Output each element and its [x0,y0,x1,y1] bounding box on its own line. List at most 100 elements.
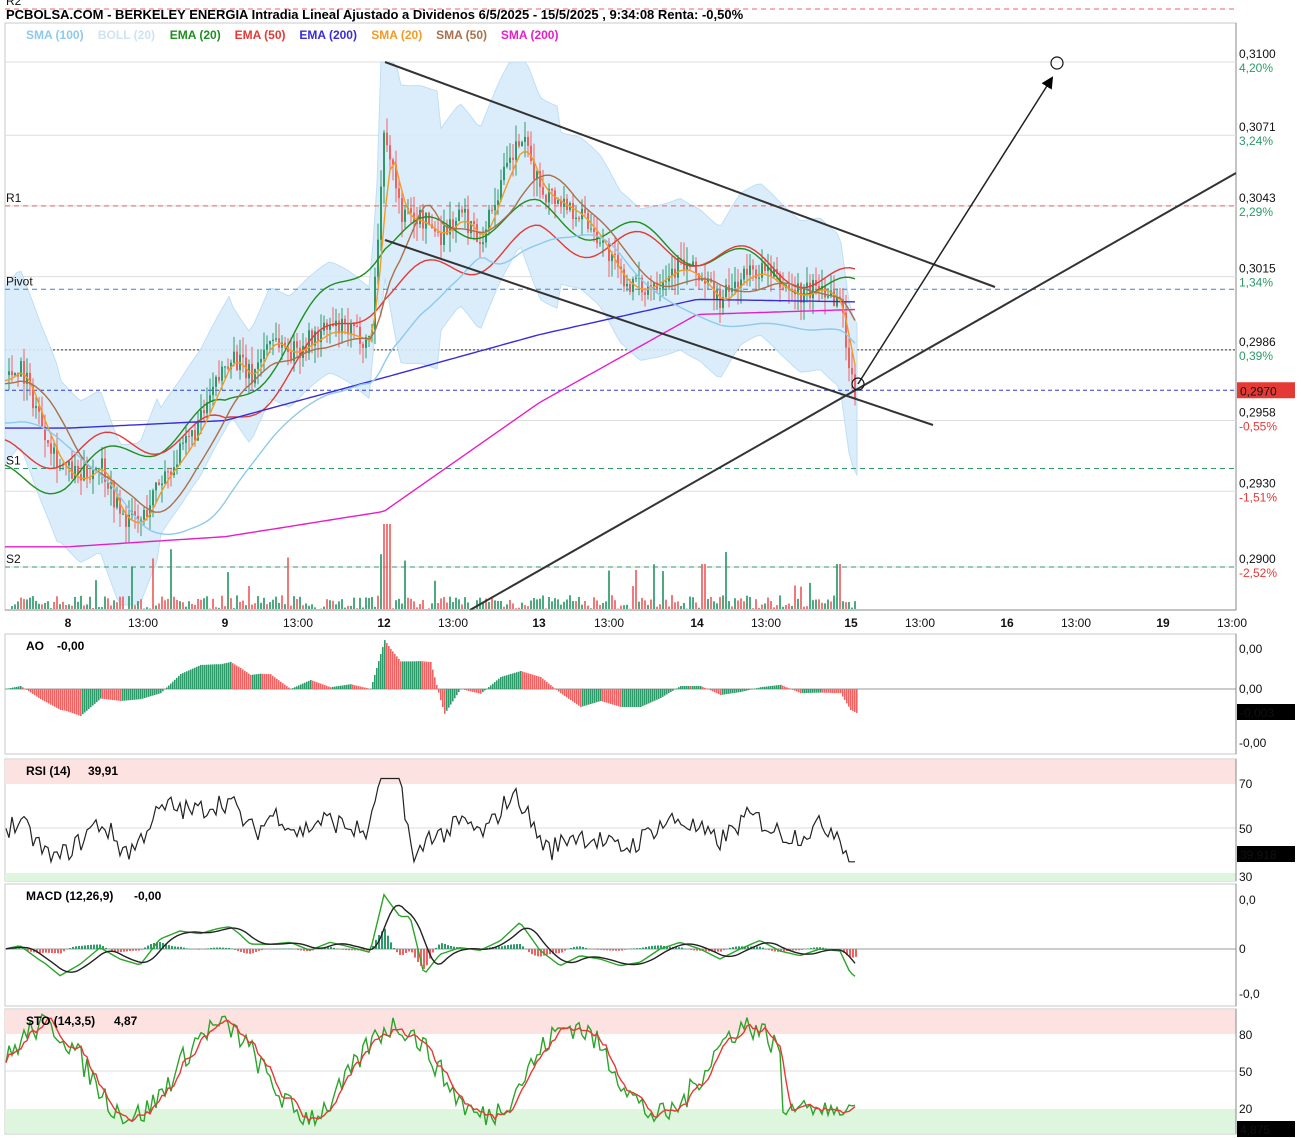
ao-bar [726,689,728,695]
candle-body [182,442,184,444]
ao-bar [576,689,578,705]
candle-body [593,228,595,232]
candle-body [272,339,274,342]
ao-bar [70,689,72,713]
ao-bar [810,689,812,693]
volume-bar [68,604,70,609]
ao-bar [126,689,128,701]
sto-tick: 80 [1239,1028,1253,1042]
macd-bar [117,949,119,952]
time-tick: 8 [65,616,72,630]
ao-bar [448,689,450,708]
macd-bar [603,949,605,951]
macd-bar [21,948,23,949]
volume-bar [155,605,157,609]
candle-body [608,242,610,262]
ao-bar [766,686,768,689]
macd-bar [228,948,230,949]
ao-bar [308,680,310,689]
ao-bar [838,689,840,694]
ao-bar [410,661,412,689]
volume-bar [248,585,250,609]
ao-bar [378,661,380,689]
candle-body [614,253,616,255]
ao-bar [108,689,110,700]
candle-body [425,212,427,229]
candle-body [422,210,424,229]
volume-bar [584,601,586,609]
ao-bar [434,677,436,689]
legend-item: EMA (200) [299,28,357,42]
ao-bar [558,689,560,692]
candle-body [260,359,262,363]
ao-bar [694,686,696,689]
ao-bar [534,675,536,689]
macd-bar [507,945,509,949]
macd-bar [696,949,698,951]
macd-bar [441,943,443,949]
volume-bar [611,595,613,609]
candle-body [521,141,523,147]
volume-bar [323,606,325,609]
macd-bar [150,944,152,949]
ao-bar [384,640,386,689]
macd-bar [402,949,404,955]
macd-bar [291,948,293,950]
ao-bar [312,680,314,689]
ao-bar [420,661,422,689]
volume-bar [512,603,514,609]
volume-bar [20,597,22,609]
candle-body [497,200,499,205]
ao-bar [704,687,706,689]
volume-bar [641,597,643,609]
volume-bar [704,564,706,609]
volume-bar [11,606,13,609]
ao-value: -0,00 [57,639,85,653]
ao-bar [552,686,554,689]
ao-bar [500,677,502,689]
macd-bar [396,949,398,953]
candle-body [758,277,760,279]
macd-bar [690,949,692,950]
volume-bar [353,597,355,609]
volume-bar [236,595,238,609]
volume-bar [515,608,517,609]
macd-bar [567,949,569,950]
ao-bar [394,653,396,689]
ao-bar [406,661,408,689]
ao-bar [850,689,852,710]
volume-bar [374,606,376,609]
volume-bar [263,597,265,609]
volume-bar [677,601,679,609]
volume-bar [410,598,412,609]
ao-bar [830,689,832,693]
ao-bar [600,689,602,701]
price-axis: 0,31004,20% 0,30713,24% 0,30432,29% 0,30151… [1237,47,1295,580]
ao-bar [154,689,156,695]
volume-bar [509,599,511,609]
candle-body [623,269,625,287]
volume-bar [839,564,841,609]
candle-body [476,224,478,243]
signal-series [5,904,856,973]
candle-body [482,242,484,245]
macd-bar [270,949,272,950]
macd-bar [504,945,506,949]
ao-bar [202,664,204,689]
candle-body [743,268,745,280]
volume-bar [281,595,283,609]
ao-bar [102,689,104,699]
macd-bar [528,949,530,953]
macd-bar [210,947,212,949]
ao-bar [782,685,784,689]
macd-bar [636,948,638,949]
candle-body [503,166,505,181]
price-tick: 0,2986 [1239,335,1276,349]
ao-bar [226,662,228,689]
volume-bar [149,608,151,609]
ao-bar [204,664,206,689]
macd-bar [351,949,353,951]
ao-bar [44,689,46,702]
ao-bar [792,689,794,690]
volume-bar [572,601,574,609]
